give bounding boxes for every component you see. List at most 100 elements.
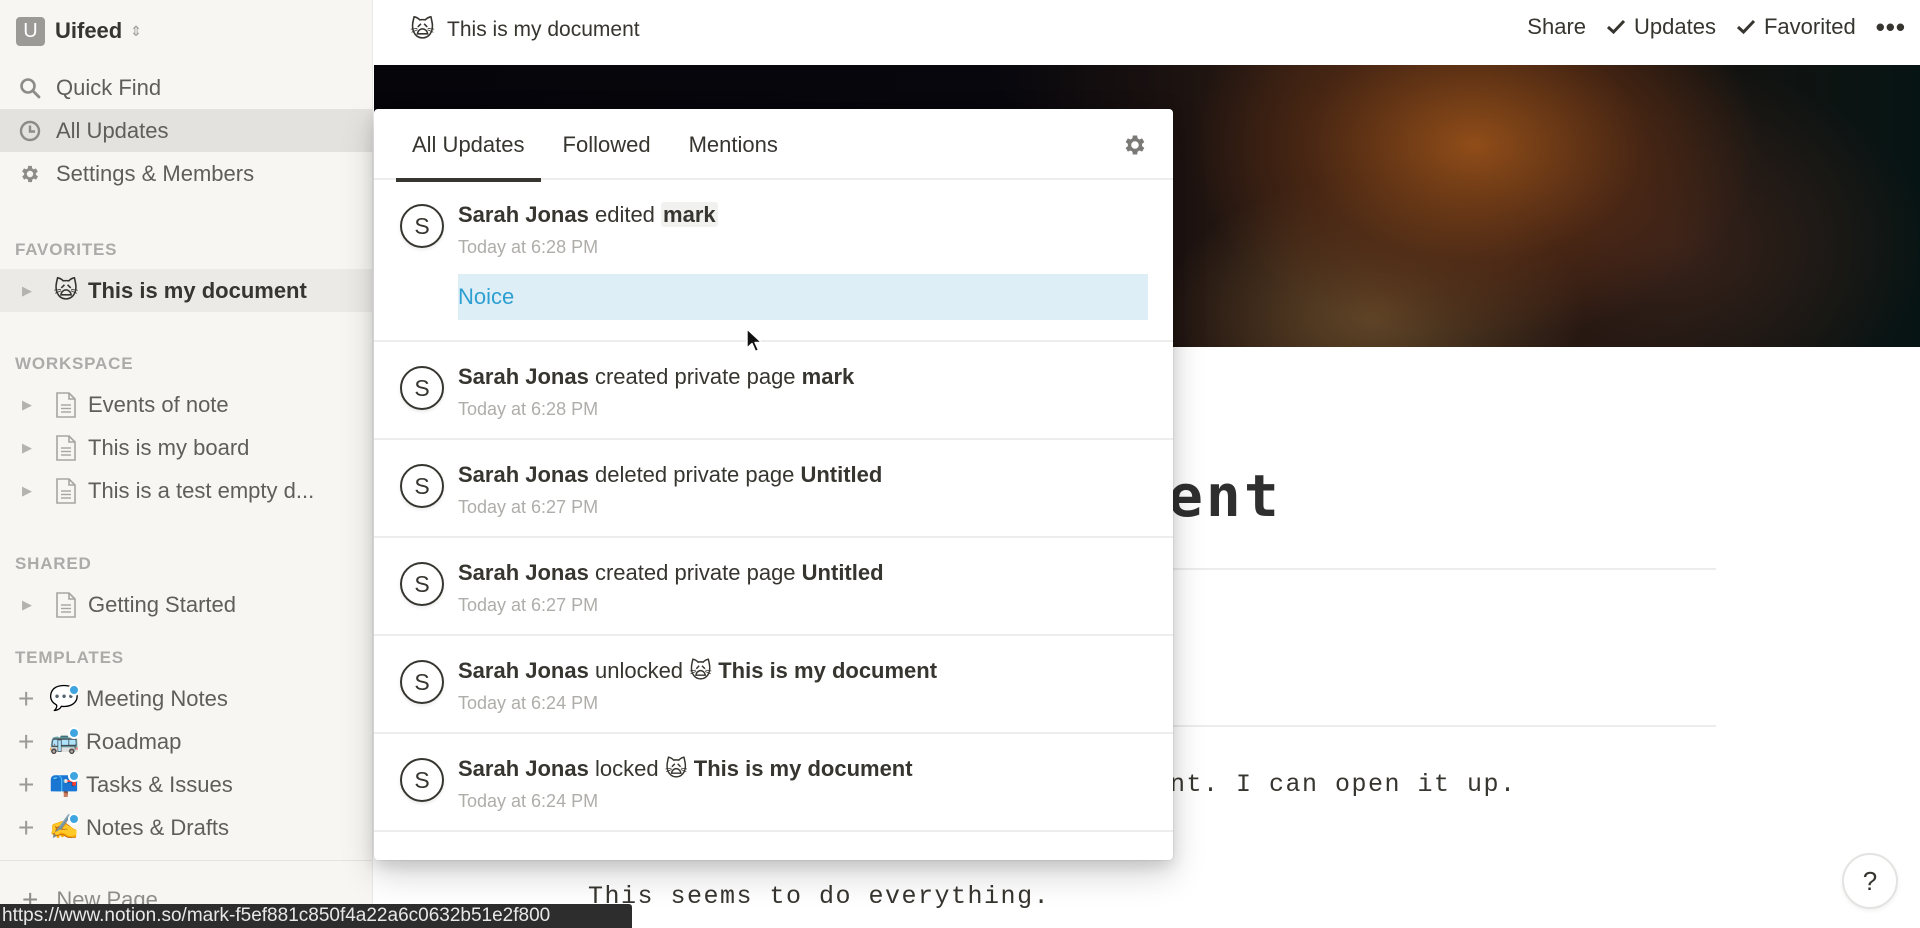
plus-icon[interactable]: +: [18, 770, 40, 799]
workspace-switcher[interactable]: U Uifeed ⇕: [16, 16, 142, 46]
update-item[interactable]: S Sarah Jonas created private page mark …: [374, 342, 1173, 440]
update-target[interactable]: This is my document: [694, 756, 913, 781]
template-label: Meeting Notes: [86, 685, 228, 711]
sidebar-item-events-of-note[interactable]: ▶ Events of note: [0, 383, 373, 426]
update-item[interactable]: S Sarah Jonas created private page Untit…: [374, 538, 1173, 636]
update-time: Today at 6:27 PM: [458, 595, 599, 615]
page-text-line[interactable]: This seems to do everything.: [588, 882, 1050, 911]
section-favorites: FAVORITES: [15, 240, 118, 259]
section-templates: TEMPLATES: [15, 648, 124, 667]
share-button[interactable]: Share: [1527, 14, 1586, 40]
more-options-icon[interactable]: •••: [1876, 14, 1906, 40]
sidebar-item-this-is-my-board[interactable]: ▶ This is my board: [0, 426, 373, 469]
update-target[interactable]: mark: [802, 364, 855, 389]
chevron-up-down-icon: ⇕: [130, 22, 142, 39]
nav-label: All Updates: [56, 117, 169, 143]
updates-button[interactable]: Updates: [1606, 14, 1716, 40]
page-text-line[interactable]: nt. I can open it up.: [1170, 770, 1517, 799]
new-badge-dot: [68, 683, 80, 696]
page-icon: [52, 590, 80, 620]
caret-right-icon[interactable]: ▶: [22, 283, 36, 299]
update-user: Sarah Jonas: [458, 560, 589, 585]
page-emoji-icon: 🙀: [664, 756, 688, 781]
sidebar-item-test-empty-doc[interactable]: ▶ This is a test empty d...: [0, 469, 373, 512]
caret-right-icon[interactable]: ▶: [22, 597, 36, 613]
caret-right-icon[interactable]: ▶: [22, 483, 36, 499]
updates-label: Updates: [1634, 14, 1716, 39]
update-item[interactable]: S Sarah Jonas unlocked 🙀 This is my docu…: [374, 636, 1173, 734]
nav-label: Quick Find: [56, 74, 162, 100]
plus-icon[interactable]: +: [18, 813, 40, 842]
plus-icon[interactable]: +: [18, 727, 40, 756]
update-target[interactable]: Untitled: [802, 560, 884, 585]
update-user: Sarah Jonas: [458, 658, 589, 683]
update-item[interactable]: S Sarah Jonas edited mark Today at 6:28 …: [374, 180, 1173, 342]
updates-popover: All Updates Followed Mentions S Sarah Jo…: [374, 109, 1173, 860]
update-time: Today at 6:28 PM: [458, 399, 599, 419]
sidebar: U Uifeed ⇕ Quick Find All Updates Settin…: [0, 0, 373, 928]
template-label: Notes & Drafts: [86, 814, 230, 840]
update-text: Sarah Jonas unlocked 🙀 This is my docume…: [458, 656, 1147, 686]
update-item[interactable]: S Sarah Jonas locked 🙀 This is my docume…: [374, 734, 1173, 832]
nav-settings-members[interactable]: Settings & Members: [0, 152, 373, 195]
sidebar-item-getting-started[interactable]: ▶ Getting Started: [0, 583, 373, 626]
update-user: Sarah Jonas: [458, 202, 589, 227]
tab-mentions[interactable]: Mentions: [673, 109, 794, 180]
plus-icon[interactable]: +: [18, 684, 40, 713]
template-notes-drafts[interactable]: + ✍️ Notes & Drafts: [0, 806, 373, 849]
divider: [1170, 568, 1716, 570]
update-action: unlocked: [594, 658, 684, 683]
page-emoji-icon: 🙀: [410, 16, 436, 43]
avatar: S: [400, 562, 444, 606]
update-action: created private page: [594, 560, 796, 585]
top-actions: Share Updates Favorited •••: [1527, 14, 1906, 40]
gear-icon[interactable]: [1121, 132, 1147, 158]
caret-right-icon[interactable]: ▶: [22, 440, 36, 456]
caret-right-icon[interactable]: ▶: [22, 397, 36, 413]
writing-hand-emoji-icon: ✍️: [49, 812, 80, 843]
section-workspace: WORKSPACE: [15, 354, 134, 373]
favorited-button[interactable]: Favorited: [1736, 14, 1856, 40]
section-shared: SHARED: [15, 554, 92, 573]
workspace-name: Uifeed: [55, 18, 123, 43]
template-roadmap[interactable]: + 🚌 Roadmap: [0, 720, 373, 763]
sidebar-item-label: Getting Started: [88, 591, 236, 617]
page-title[interactable]: ent: [1168, 462, 1282, 530]
update-text: Sarah Jonas deleted private page Untitle…: [458, 460, 1147, 490]
nav-quick-find[interactable]: Quick Find: [0, 66, 373, 109]
update-target[interactable]: This is my document: [718, 658, 937, 683]
avatar: S: [400, 204, 444, 248]
new-badge-dot: [68, 769, 80, 782]
update-action: edited: [594, 202, 655, 227]
tab-all-updates[interactable]: All Updates: [396, 109, 541, 182]
help-button[interactable]: ?: [1842, 853, 1898, 909]
template-meeting-notes[interactable]: + 💬 Meeting Notes: [0, 677, 373, 720]
update-target[interactable]: mark: [661, 202, 718, 227]
update-item[interactable]: S Sarah Jonas deleted private page Untit…: [374, 440, 1173, 538]
tab-followed[interactable]: Followed: [547, 109, 667, 180]
update-time: Today at 6:24 PM: [458, 791, 599, 811]
page-emoji-icon: 🙀: [689, 658, 713, 683]
avatar: S: [400, 366, 444, 410]
page-icon: [52, 433, 80, 463]
nav-all-updates[interactable]: All Updates: [0, 109, 373, 152]
template-label: Tasks & Issues: [86, 771, 233, 797]
update-action: created private page: [594, 364, 796, 389]
page-icon: [52, 390, 80, 420]
sidebar-item-label: This is my document: [88, 277, 307, 303]
update-text: Sarah Jonas created private page Untitle…: [458, 558, 1147, 588]
update-user: Sarah Jonas: [458, 364, 589, 389]
gear-icon: [18, 162, 42, 186]
sidebar-item-this-is-my-document[interactable]: ▶ 🙀 This is my document: [0, 269, 373, 312]
mouse-cursor-icon: [746, 328, 763, 353]
avatar: S: [400, 660, 444, 704]
check-icon: [1736, 19, 1756, 35]
update-user: Sarah Jonas: [458, 756, 589, 781]
sidebar-item-label: This is a test empty d...: [88, 477, 315, 503]
update-preview[interactable]: Noice: [458, 274, 1148, 320]
sidebar-divider: [0, 860, 373, 861]
update-target[interactable]: Untitled: [800, 462, 882, 487]
update-user: Sarah Jonas: [458, 462, 589, 487]
template-tasks-issues[interactable]: + 📪 Tasks & Issues: [0, 763, 373, 806]
breadcrumb[interactable]: 🙀 This is my document: [410, 15, 640, 44]
